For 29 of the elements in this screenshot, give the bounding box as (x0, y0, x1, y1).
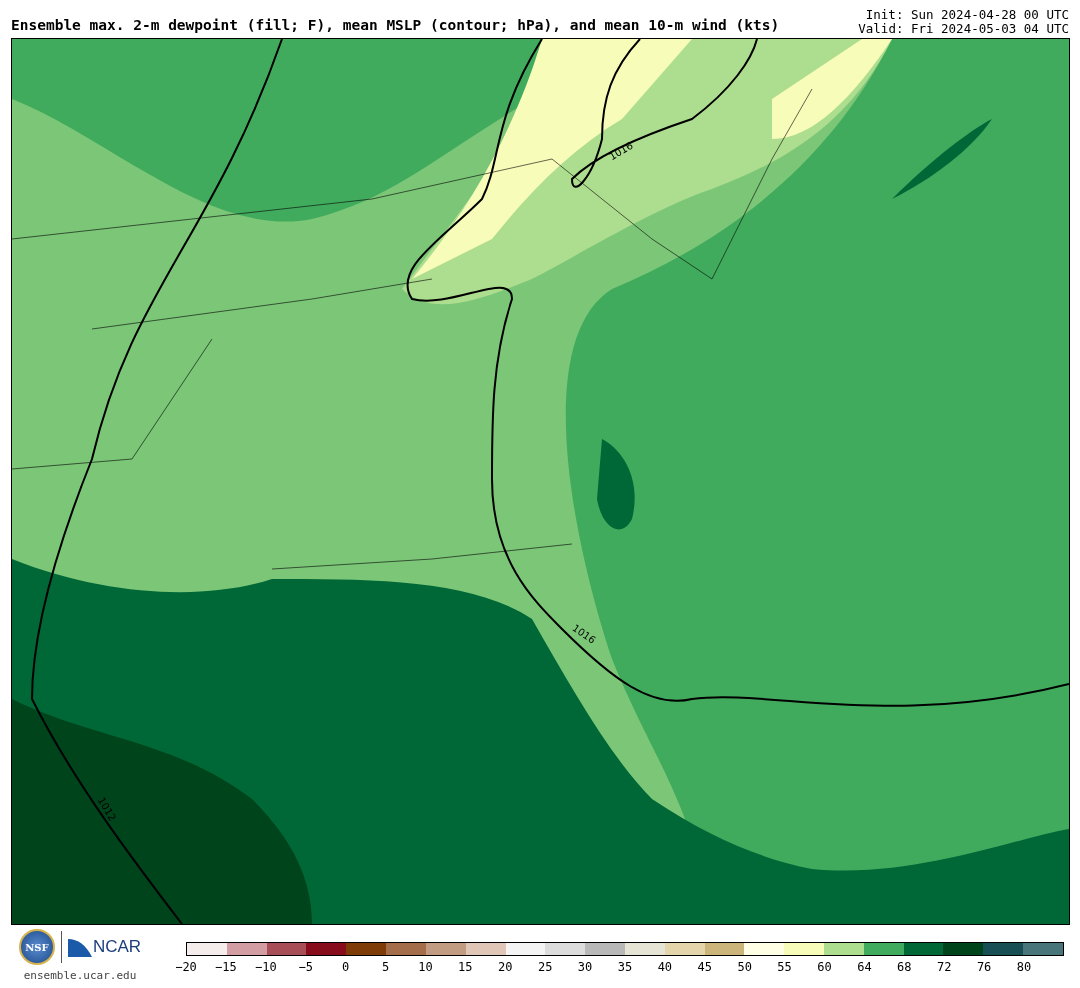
tick-label: 60 (816, 959, 833, 974)
tick-label: 35 (616, 959, 634, 974)
tick-label: 15 (457, 959, 474, 974)
init-time: Init: Sun 2024-04-28 00 UTC (865, 8, 1069, 22)
tick-label: −15 (214, 959, 238, 974)
tick-label: 55 (776, 959, 793, 974)
tick-label: 20 (497, 959, 514, 974)
tick-label: 76 (975, 959, 993, 974)
valid-time: Valid: Fri 2024-05-03 04 UTC (858, 22, 1069, 36)
tick-label: 68 (896, 959, 913, 974)
tick-label: 40 (656, 959, 674, 974)
swoosh-icon (67, 937, 92, 957)
tick-label: 30 (576, 959, 594, 974)
tick-label: 50 (736, 959, 753, 974)
nsf-logo: NSF (18, 929, 55, 965)
tick-label: 80 (1015, 959, 1033, 974)
tick-label: 64 (856, 959, 873, 974)
chart-title: Ensemble max. 2-m dewpoint (fill; F), mean MSLP (contour; hPa), and mean 10-m wind (kts) (11, 17, 780, 35)
tick-label: 0 (341, 959, 351, 974)
tick-label: 45 (696, 959, 713, 974)
tick-label: 25 (536, 959, 554, 974)
tick-label: 5 (380, 959, 391, 974)
tick-label: −20 (174, 959, 198, 974)
ncar-logo: NCAR (92, 937, 142, 957)
tick-label: −10 (253, 959, 278, 974)
site-url: ensemble.ucar.edu (23, 969, 137, 982)
tick-label: −5 (297, 959, 314, 974)
tick-label: 10 (417, 959, 434, 974)
tick-label: 72 (936, 959, 953, 974)
